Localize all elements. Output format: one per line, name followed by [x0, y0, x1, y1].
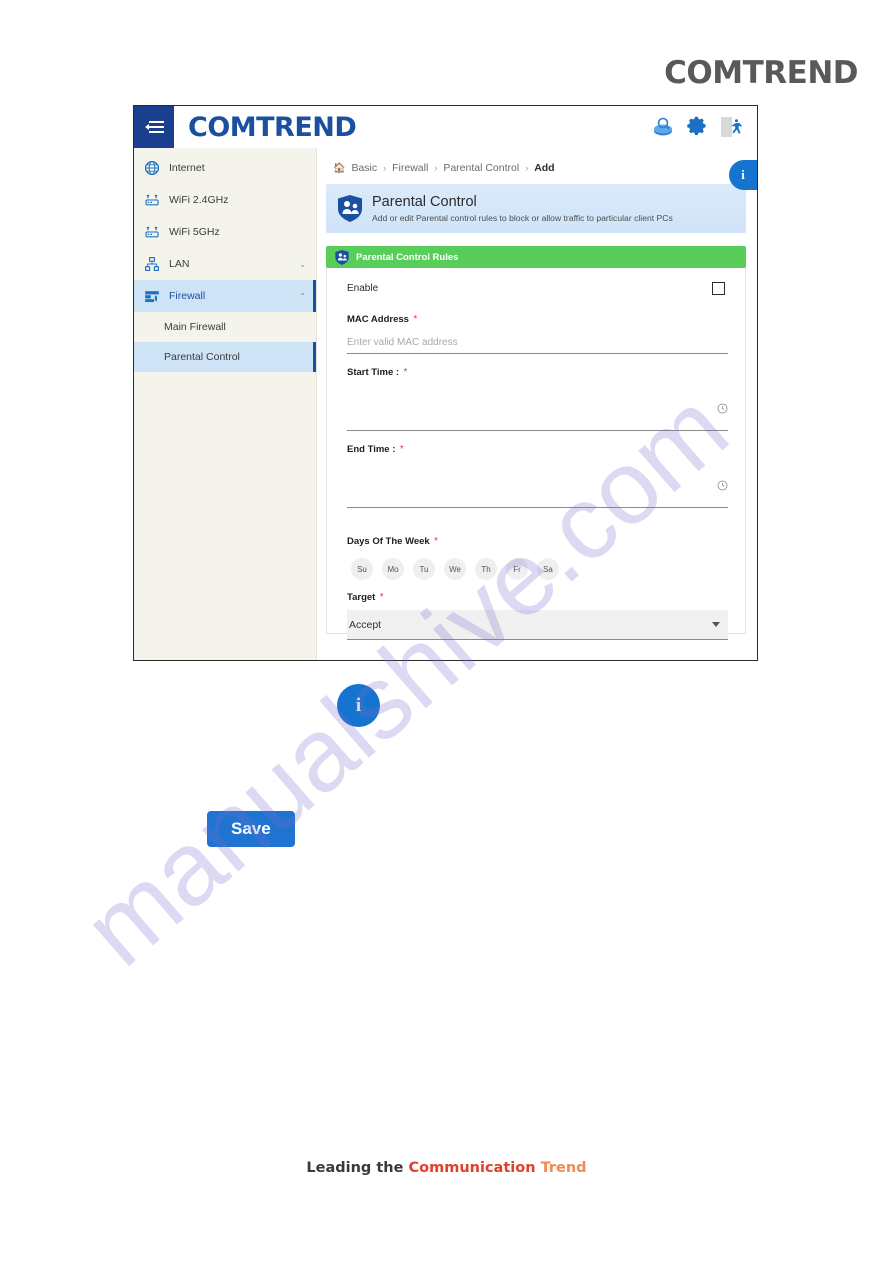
enable-label: Enable — [347, 283, 379, 294]
required-marker: * — [413, 314, 418, 325]
breadcrumb-item-firewall[interactable]: Firewall — [392, 162, 428, 174]
chevron-down-icon — [712, 622, 720, 627]
day-toggle-mo[interactable]: Mo — [382, 558, 404, 580]
router-icon — [145, 226, 159, 238]
callout-info-button[interactable]: i — [337, 684, 380, 727]
target-field: Target * Accept — [347, 587, 728, 640]
required-marker: * — [379, 592, 384, 603]
sidebar-subitem-label: Main Firewall — [164, 321, 226, 333]
parental-control-shield-icon — [338, 195, 362, 222]
diagnostics-icon[interactable] — [651, 115, 675, 139]
days-of-week-label: Days Of The Week — [347, 536, 430, 547]
page-subtitle: Add or edit Parental control rules to bl… — [372, 212, 673, 223]
day-toggle-th[interactable]: Th — [475, 558, 497, 580]
sidebar-item-wifi-5[interactable]: WiFi 5GHz — [134, 216, 316, 248]
breadcrumb-item-add: Add — [534, 162, 555, 174]
sidebar-nav: Internet WiFi 2.4GHz WiFi 5GHz LAN ⌄ Fir… — [134, 148, 317, 660]
app-topbar: COMTREND — [134, 106, 757, 148]
target-selected-value: Accept — [349, 618, 382, 631]
parental-control-form: Enable MAC Address * Enter valid MAC add… — [326, 268, 746, 640]
topbar-icons — [651, 106, 757, 148]
sidebar-item-lan[interactable]: LAN ⌄ — [134, 248, 316, 280]
breadcrumb-separator: › — [434, 163, 438, 173]
clock-icon[interactable] — [717, 403, 728, 414]
day-toggle-we[interactable]: We — [444, 558, 466, 580]
sidebar-item-label: WiFi 2.4GHz — [169, 194, 229, 206]
home-icon[interactable]: 🏠 — [333, 163, 345, 174]
app-logo-text: COMTREND — [188, 111, 357, 143]
firewall-icon — [145, 291, 159, 302]
start-time-label: Start Time : — [347, 367, 400, 378]
days-of-week-selector: Su Mo Tu We Th Fr Sa — [351, 558, 728, 580]
footer-part-1: Leading the — [306, 1160, 409, 1176]
section-header-parental-control-rules: Parental Control Rules — [326, 246, 746, 268]
enable-row: Enable — [347, 282, 728, 295]
info-help-tab[interactable]: i — [729, 160, 757, 190]
day-toggle-fr[interactable]: Fr — [506, 558, 528, 580]
page-header-banner: Parental Control Add or edit Parental co… — [326, 184, 746, 233]
router-icon — [145, 194, 159, 206]
day-toggle-sa[interactable]: Sa — [537, 558, 559, 580]
mac-address-label: MAC Address — [347, 314, 409, 325]
target-label: Target — [347, 592, 376, 603]
globe-icon — [145, 161, 159, 175]
sidebar-item-label: Firewall — [169, 290, 206, 302]
sidebar-item-label: Internet — [169, 162, 205, 174]
footer-tagline: Leading the Communication Trend — [0, 1160, 893, 1176]
days-of-week-field: Days Of The Week * Su Mo Tu We Th Fr Sa — [347, 531, 728, 580]
logout-icon[interactable] — [719, 115, 743, 139]
breadcrumb-item-parental-control[interactable]: Parental Control — [443, 162, 519, 174]
sidebar-subitem-label: Parental Control — [164, 351, 240, 363]
sidebar-subitem-parental-control[interactable]: Parental Control — [134, 342, 316, 372]
sidebar-subitem-main-firewall[interactable]: Main Firewall — [134, 312, 316, 342]
sidebar-toggle-button[interactable] — [134, 106, 174, 148]
footer-part-2: Communication — [408, 1160, 536, 1176]
target-select[interactable]: Accept — [347, 610, 728, 640]
section-title: Parental Control Rules — [356, 251, 459, 263]
sidebar-item-label: LAN — [169, 258, 190, 270]
mac-address-field: MAC Address * Enter valid MAC address — [347, 309, 728, 354]
end-time-field: End Time : * — [347, 439, 728, 508]
sidebar-item-wifi-24[interactable]: WiFi 2.4GHz — [134, 184, 316, 216]
required-marker: * — [403, 367, 408, 378]
breadcrumb-separator: › — [383, 163, 387, 173]
page-title: Parental Control — [372, 194, 477, 211]
gear-icon[interactable] — [685, 115, 709, 139]
sidebar-item-internet[interactable]: Internet — [134, 152, 316, 184]
chevron-down-icon: ⌄ — [299, 259, 306, 269]
app-logo: COMTREND — [174, 106, 651, 148]
start-time-field: Start Time : * — [347, 362, 728, 431]
required-marker: * — [399, 444, 404, 455]
mac-address-input[interactable]: Enter valid MAC address — [347, 332, 728, 354]
network-icon — [145, 257, 159, 271]
footer-part-3: Trend — [535, 1160, 587, 1176]
start-time-input[interactable] — [347, 385, 728, 431]
parental-control-shield-icon — [335, 249, 349, 265]
menu-collapse-icon — [144, 120, 164, 134]
day-toggle-tu[interactable]: Tu — [413, 558, 435, 580]
breadcrumb: 🏠 Basic › Firewall › Parental Control › … — [326, 148, 746, 184]
callout-save-button[interactable]: Save — [207, 811, 295, 847]
clock-icon[interactable] — [717, 480, 728, 491]
end-time-input[interactable] — [347, 462, 728, 508]
ui-screenshot-frame: COMTREND Internet WiFi 2.4GHz WiFi 5GHz … — [133, 105, 758, 661]
required-marker: * — [434, 536, 439, 547]
main-content: i 🏠 Basic › Firewall › Parental Control … — [317, 148, 757, 660]
sidebar-item-firewall[interactable]: Firewall ⌃ — [134, 280, 316, 312]
end-time-label: End Time : — [347, 444, 396, 455]
enable-checkbox[interactable] — [712, 282, 725, 295]
sidebar-item-label: WiFi 5GHz — [169, 226, 220, 238]
breadcrumb-separator: › — [525, 163, 529, 173]
breadcrumb-item-basic[interactable]: Basic — [351, 162, 377, 174]
page-brand-logo: COMTREND — [664, 55, 858, 91]
day-toggle-su[interactable]: Su — [351, 558, 373, 580]
mac-address-placeholder: Enter valid MAC address — [347, 337, 458, 348]
chevron-up-icon: ⌃ — [299, 291, 306, 301]
